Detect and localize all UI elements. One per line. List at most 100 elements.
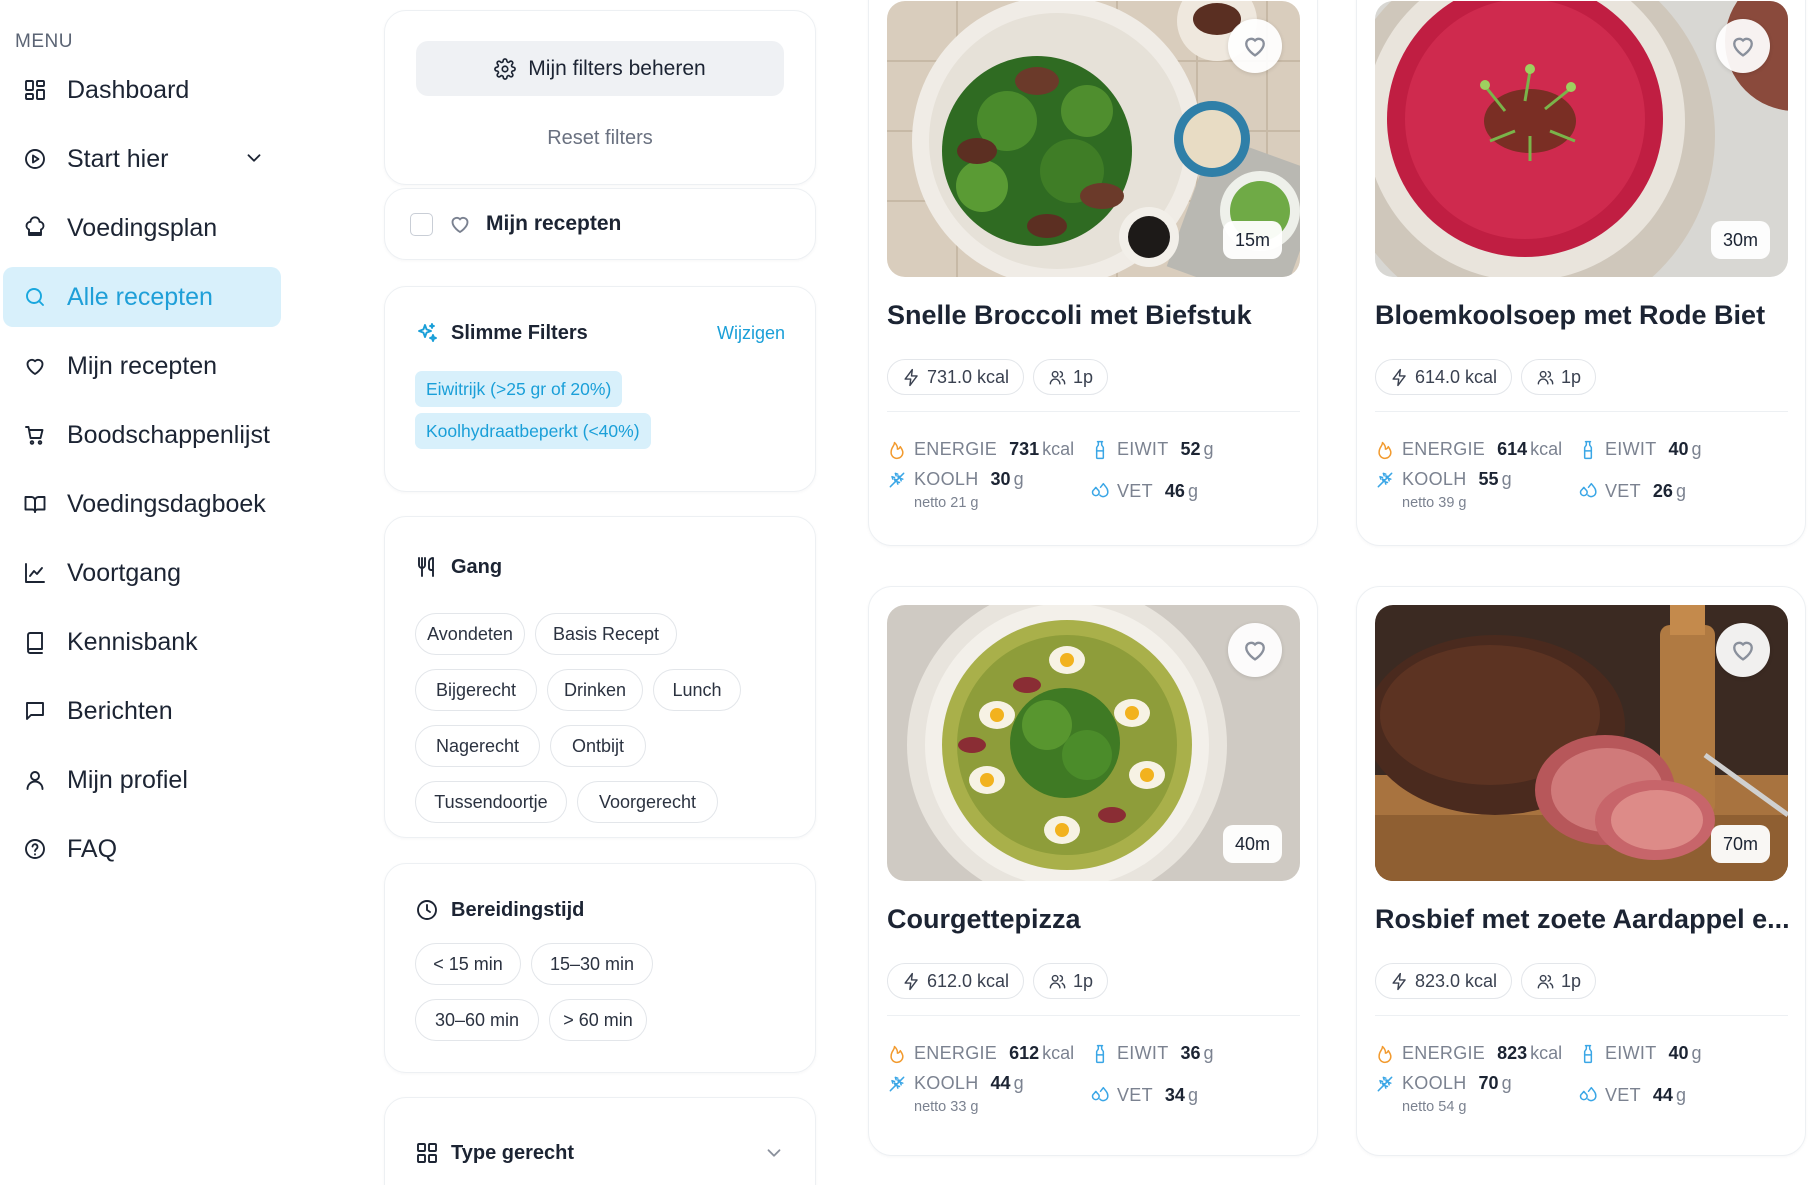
type-header: Type gerecht — [415, 1141, 574, 1165]
bottle-icon — [1090, 440, 1110, 460]
smart-filters-title: Slimme Filters — [451, 321, 588, 344]
smart-filter-tag[interactable]: Koolhydraatbeperkt (<40%) — [415, 413, 651, 449]
flame-icon — [1375, 1044, 1395, 1064]
gang-chip[interactable]: Ontbijt — [550, 725, 646, 767]
time-chip[interactable]: 30–60 min — [415, 999, 539, 1041]
persons-pill: 1p — [1521, 359, 1597, 395]
recipe-card[interactable]: 70m Rosbief met zoete Aardappel e... 823… — [1356, 586, 1806, 1156]
smart-filters-panel: Slimme Filters Wijzigen Eiwitrijk (>25 g… — [384, 286, 816, 492]
users-icon — [1537, 370, 1554, 385]
type-title: Type gerecht — [451, 1141, 574, 1164]
persons-value: 1p — [1073, 366, 1094, 387]
favorite-button[interactable] — [1716, 623, 1770, 677]
recipe-card[interactable]: 30m Bloemkoolsoep met Rode Biet 614.0 kc… — [1356, 0, 1806, 546]
netto-carbs: netto 39 g — [1402, 495, 1467, 511]
prep-time-badge: 30m — [1710, 221, 1770, 259]
recipe-card[interactable]: 40m Courgettepizza 612.0 kcal 1p ENERGIE… — [868, 586, 1318, 1156]
sidebar-item-label: Mijn profiel — [67, 765, 188, 794]
recipe-card[interactable]: 15m Snelle Broccoli met Biefstuk 731.0 k… — [868, 0, 1318, 546]
smart-filters-edit-link[interactable]: Wijzigen — [717, 323, 785, 344]
sidebar-item-label: Alle recepten — [67, 282, 213, 311]
gang-chip[interactable]: Lunch — [653, 669, 741, 711]
my-recipes-checkbox[interactable] — [410, 212, 433, 236]
card-divider — [887, 1015, 1300, 1016]
prep-time-badge: 70m — [1710, 825, 1770, 863]
sidebar-item-boodschappenlijst[interactable]: Boodschappenlijst — [3, 405, 281, 465]
sidebar-item-mijn-recepten[interactable]: Mijn recepten — [3, 336, 281, 396]
manage-filters-button[interactable]: Mijn filters beheren — [416, 41, 784, 96]
sidebar-item-voedingsplan[interactable]: Voedingsplan — [3, 198, 281, 258]
nutrient-koolh: KOOLH 44 g — [887, 1073, 1024, 1094]
chart-line-icon — [21, 559, 49, 587]
favorite-button[interactable] — [1228, 19, 1282, 73]
sidebar-item-alle-recepten[interactable]: Alle recepten — [3, 267, 281, 327]
sidebar-item-label: Mijn recepten — [67, 351, 218, 380]
sidebar-item-label: Voortgang — [67, 558, 181, 587]
type-filter-panel[interactable]: Type gerecht — [384, 1097, 816, 1185]
gang-chip[interactable]: Voorgerecht — [577, 781, 718, 823]
recipe-title[interactable]: Rosbief met zoete Aardappel e... — [1375, 904, 1795, 935]
help-circle-icon — [21, 835, 49, 863]
persons-pill: 1p — [1033, 963, 1109, 999]
wheat-icon — [887, 1074, 907, 1094]
bottle-icon — [1090, 1044, 1110, 1064]
smart-filter-tag[interactable]: Eiwitrijk (>25 gr of 20%) — [415, 371, 623, 407]
sidebar-item-voortgang[interactable]: Voortgang — [3, 543, 281, 603]
gang-chip[interactable]: Bijgerecht — [415, 669, 537, 711]
nutrient-koolh: KOOLH 30 g — [887, 469, 1024, 490]
sidebar-item-faq[interactable]: FAQ — [3, 819, 281, 879]
wheat-icon — [1375, 1074, 1395, 1094]
play-circle-icon — [21, 145, 49, 173]
time-chip[interactable]: > 60 min — [549, 999, 647, 1041]
bottle-icon — [1578, 440, 1598, 460]
nutrient-energie: ENERGIE 614 kcal — [1375, 439, 1562, 460]
sidebar-item-berichten[interactable]: Berichten — [3, 681, 281, 741]
prep-time-badge: 15m — [1222, 221, 1282, 259]
kcal-value: 612.0 kcal — [927, 970, 1010, 991]
time-chip[interactable]: 15–30 min — [531, 943, 653, 985]
sidebar-item-label: FAQ — [67, 834, 118, 863]
gang-chip[interactable]: Avondeten — [415, 613, 525, 655]
gang-chip[interactable]: Tussendoortje — [415, 781, 567, 823]
recipe-photo[interactable]: 30m — [1375, 1, 1788, 277]
my-recipes-label: Mijn recepten — [486, 212, 622, 235]
gang-chip[interactable]: Drinken — [547, 669, 643, 711]
persons-value: 1p — [1073, 970, 1094, 991]
persons-pill: 1p — [1033, 359, 1109, 395]
netto-carbs: netto 21 g — [914, 495, 979, 511]
recipe-photo[interactable]: 15m — [887, 1, 1300, 277]
nutrient-koolh: KOOLH 55 g — [1375, 469, 1512, 490]
sidebar-item-label: Kennisbank — [67, 627, 198, 656]
gang-header: Gang — [415, 555, 502, 579]
time-header: Bereidingstijd — [415, 898, 584, 922]
recipe-photo[interactable]: 40m — [887, 605, 1300, 881]
reset-filters-button[interactable]: Reset filters — [385, 127, 815, 150]
kcal-pill: 823.0 kcal — [1375, 963, 1513, 999]
sidebar-item-voedingsdagboek[interactable]: Voedingsdagboek — [3, 474, 281, 534]
utensils-icon — [418, 557, 434, 577]
sidebar-item-label: Voedingsplan — [67, 213, 218, 242]
kcal-pill: 614.0 kcal — [1375, 359, 1513, 395]
sidebar-item-kennisbank[interactable]: Kennisbank — [3, 612, 281, 672]
recipe-title[interactable]: Snelle Broccoli met Biefstuk — [887, 300, 1307, 331]
sidebar-item-mijn-profiel[interactable]: Mijn profiel — [3, 750, 281, 810]
nutrient-koolh: KOOLH 70 g — [1375, 1073, 1512, 1094]
sidebar-item-dashboard[interactable]: Dashboard — [3, 60, 281, 120]
lightning-icon — [904, 972, 918, 990]
flame-icon — [887, 440, 907, 460]
nutrient-eiwit: EIWIT 40 g — [1578, 1043, 1702, 1064]
gang-chip[interactable]: Nagerecht — [415, 725, 540, 767]
chevron-down-icon[interactable] — [243, 147, 267, 171]
users-icon — [1049, 370, 1066, 385]
recipe-title[interactable]: Bloemkoolsoep met Rode Biet — [1375, 300, 1795, 331]
time-chip[interactable]: < 15 min — [415, 943, 521, 985]
gang-chip[interactable]: Basis Recept — [535, 613, 677, 655]
nutrient-vet: VET 46 g — [1090, 481, 1198, 502]
favorite-button[interactable] — [1228, 623, 1282, 677]
favorite-button[interactable] — [1716, 19, 1770, 73]
sidebar-item-start-hier[interactable]: Start hier — [3, 129, 281, 189]
chevron-down-icon[interactable] — [763, 1142, 785, 1169]
recipe-photo[interactable]: 70m — [1375, 605, 1788, 881]
heart-icon — [21, 352, 49, 380]
recipe-title[interactable]: Courgettepizza — [887, 904, 1307, 935]
